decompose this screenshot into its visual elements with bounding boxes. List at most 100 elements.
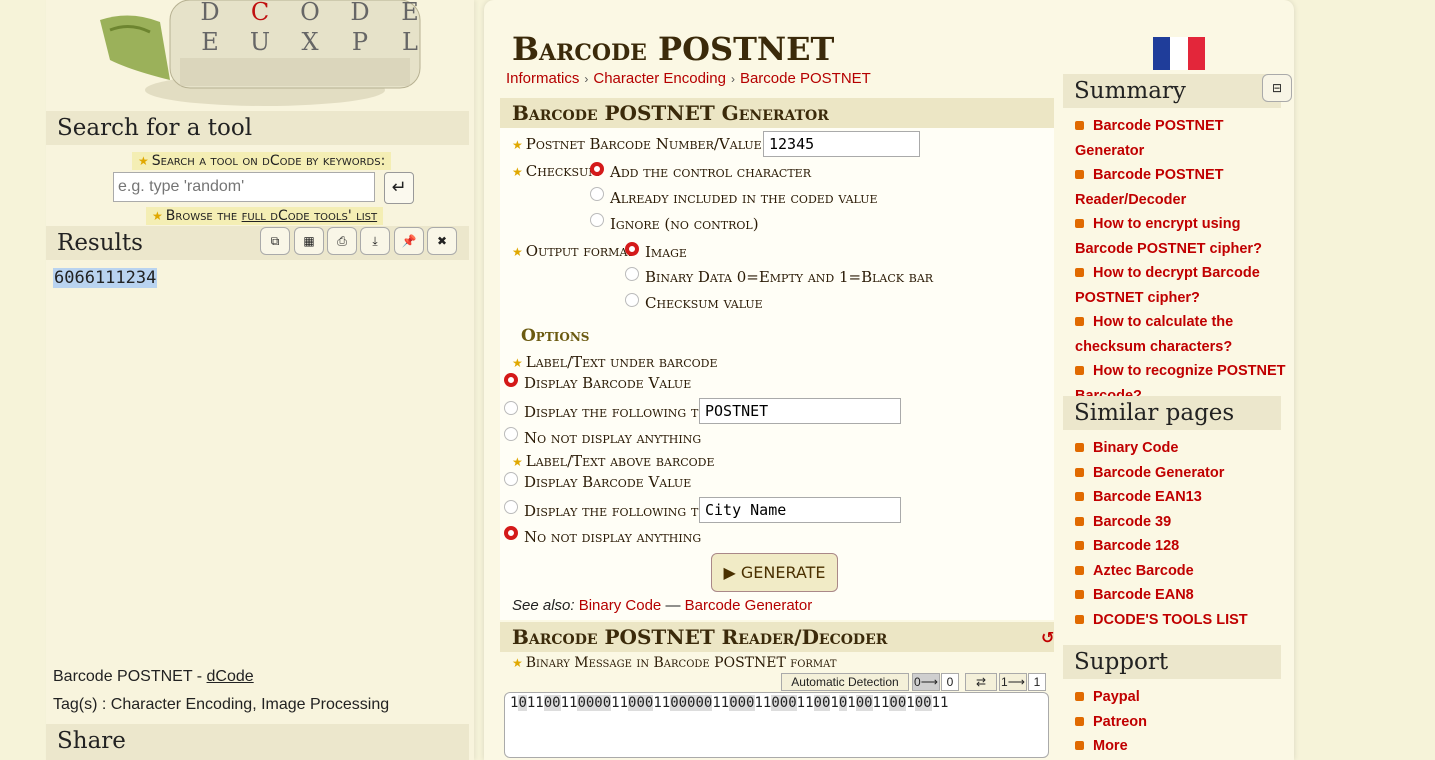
summary-item[interactable]: Barcode POSTNET Reader/Decoder: [1075, 163, 1295, 212]
browse-tools-link[interactable]: ★ Browse the full dCode tools' list: [146, 207, 384, 225]
summary-header: Summary: [1063, 74, 1281, 108]
tags-line: Tag(s) : Character Encoding, Image Proce…: [53, 696, 390, 713]
copy-icon[interactable]: ⧉: [260, 227, 290, 255]
checksum-ignore-radio[interactable]: [590, 213, 604, 227]
summary-list: Barcode POSTNET Generator Barcode POSTNET…: [1075, 114, 1295, 408]
support-item-label: More: [1093, 738, 1128, 754]
above-text-input[interactable]: [699, 497, 901, 523]
result-value[interactable]: 6066111234: [53, 268, 158, 288]
output-binary-label[interactable]: Binary Data 0=Empty and 1=Black bar: [645, 268, 933, 286]
breadcrumb-informatics[interactable]: Informatics: [506, 70, 579, 87]
print-icon[interactable]: ⎙: [327, 227, 357, 255]
refresh-icon[interactable]: ↺: [1041, 628, 1054, 647]
similar-page-item-label: Binary Code: [1093, 440, 1179, 456]
dcode-logo[interactable]: D C O D EE U X P L: [90, 0, 430, 108]
above-none-label[interactable]: No not display anything: [524, 528, 701, 546]
arrow-icon: [1075, 268, 1084, 277]
swap-icon[interactable]: ⇄: [965, 673, 997, 691]
checksum-ignore-label[interactable]: Ignore (no control): [610, 215, 759, 233]
binary-segment: 0: [518, 695, 527, 711]
under-text-input[interactable]: [699, 398, 901, 424]
support-list: Paypal Patreon More: [1075, 685, 1295, 759]
under-display-value-label[interactable]: Display Barcode Value: [524, 374, 691, 392]
support-item[interactable]: Paypal: [1075, 685, 1295, 710]
binary-message-textarea[interactable]: 1011001100001100011000001100011000110010…: [504, 692, 1049, 758]
number-label: ★Postnet Barcode Number/Value ?: [512, 135, 784, 154]
similar-page-item[interactable]: Barcode EAN8: [1075, 583, 1295, 608]
under-display-text-label[interactable]: Display the following text: [524, 403, 722, 421]
checksum-label: ★ Checksum: [512, 162, 600, 180]
breadcrumb-character-encoding[interactable]: Character Encoding: [593, 70, 726, 87]
similar-page-item[interactable]: Barcode EAN13: [1075, 485, 1295, 510]
similar-page-item[interactable]: Barcode 39: [1075, 510, 1295, 535]
above-display-text-radio[interactable]: [504, 500, 518, 514]
under-display-text-radio[interactable]: [504, 401, 518, 415]
support-item[interactable]: More: [1075, 734, 1295, 759]
checksum-add-label[interactable]: Add the control character: [610, 163, 811, 181]
see-also-barcode-generator[interactable]: Barcode Generator: [685, 597, 813, 614]
output-binary-radio[interactable]: [625, 267, 639, 281]
similar-page-item[interactable]: DCODE'S TOOLS LIST: [1075, 608, 1295, 633]
checksum-included-radio[interactable]: [590, 187, 604, 201]
above-display-value-radio[interactable]: [504, 472, 518, 486]
binary-segment: 11: [653, 695, 671, 711]
binary-segment: 0: [838, 695, 848, 711]
above-display-value-label[interactable]: Display Barcode Value: [524, 473, 691, 491]
binary-segment: 1: [847, 695, 856, 711]
search-input[interactable]: [113, 172, 375, 202]
logo-letter: P: [352, 28, 368, 56]
download-icon[interactable]: ⤓: [360, 227, 390, 255]
french-flag-icon[interactable]: [1153, 37, 1205, 70]
output-image-label[interactable]: Image: [645, 243, 687, 261]
binary-segment: 11: [560, 695, 578, 711]
summary-item-label: How to decrypt Barcode POSTNET cipher?: [1075, 265, 1260, 306]
binary-segment: 00: [855, 695, 873, 711]
binary-segment: 11: [796, 695, 814, 711]
above-display-text-label[interactable]: Display the following text: [524, 502, 722, 520]
binary-segment: 11: [754, 695, 772, 711]
binary-segment: 000: [729, 695, 755, 711]
number-input[interactable]: [763, 131, 920, 157]
similar-page-item[interactable]: Aztec Barcode: [1075, 559, 1295, 584]
arrow-icon: [1075, 317, 1084, 326]
output-image-radio[interactable]: [625, 242, 639, 256]
similar-page-item[interactable]: Barcode Generator: [1075, 461, 1295, 486]
support-item-label: Patreon: [1093, 713, 1147, 730]
similar-page-item-label: Barcode 128: [1093, 538, 1180, 554]
automatic-detection-button[interactable]: Automatic Detection: [781, 673, 909, 691]
summary-item[interactable]: How to decrypt Barcode POSTNET cipher?: [1075, 261, 1295, 310]
pin-icon[interactable]: 📌: [394, 227, 424, 255]
options-title: Options: [521, 326, 590, 346]
above-none-radio[interactable]: [504, 526, 518, 540]
binary-segment: 000: [628, 695, 654, 711]
search-submit-button[interactable]: ↵: [384, 172, 414, 204]
summary-item[interactable]: How to calculate the checksum characters…: [1075, 310, 1295, 359]
screenshot-icon[interactable]: ▦: [294, 227, 324, 255]
binary-segment: 11: [931, 695, 949, 711]
binary-segment: 11: [712, 695, 730, 711]
see-also-binary-code[interactable]: Binary Code: [579, 597, 662, 614]
one-value-input[interactable]: 1: [1028, 673, 1046, 691]
output-checksum-label[interactable]: Checksum value: [645, 294, 763, 312]
summary-item-label: How to encrypt using Barcode POSTNET cip…: [1075, 216, 1262, 257]
under-none-label[interactable]: No not display anything: [524, 429, 701, 447]
under-display-value-radio[interactable]: [504, 373, 518, 387]
arrow-icon: [1075, 565, 1084, 575]
support-item[interactable]: Patreon: [1075, 710, 1295, 735]
binary-segment: 1: [906, 695, 915, 711]
output-checksum-radio[interactable]: [625, 293, 639, 307]
summary-item[interactable]: Barcode POSTNET Generator: [1075, 114, 1295, 163]
zero-value-input[interactable]: 0: [941, 673, 959, 691]
generate-button[interactable]: ▶ GENERATE: [711, 553, 838, 592]
checksum-add-radio[interactable]: [590, 162, 604, 176]
close-icon[interactable]: ✖: [427, 227, 457, 255]
checksum-included-label[interactable]: Already included in the coded value: [610, 189, 878, 207]
summary-item[interactable]: How to encrypt using Barcode POSTNET cip…: [1075, 212, 1295, 261]
search-label: ★ Search a tool on dCode by keywords:: [132, 152, 392, 170]
similar-page-item[interactable]: Binary Code: [1075, 436, 1295, 461]
collapse-icon[interactable]: ⊟: [1262, 74, 1292, 102]
under-none-radio[interactable]: [504, 427, 518, 441]
similar-page-item[interactable]: Barcode 128: [1075, 534, 1295, 559]
breadcrumb-barcode-postnet[interactable]: Barcode POSTNET: [740, 70, 871, 87]
dcode-link[interactable]: dCode: [207, 668, 254, 685]
